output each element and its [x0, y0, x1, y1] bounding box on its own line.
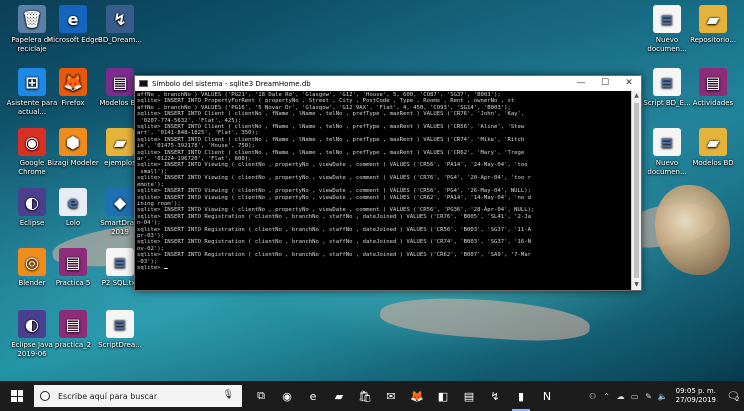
- scrollbar-thumb[interactable]: [634, 103, 639, 278]
- system-clock[interactable]: 09:05 p. m. 27/09/2019: [670, 387, 722, 405]
- console-cursor: [163, 267, 168, 269]
- winrar-icon[interactable]: ▤: [456, 381, 482, 411]
- taskbar-apps: ⧉ ◉ e ▰ 🛍 ✉ 🦊 ◧ ▤ ↯ ▮ N: [248, 381, 560, 411]
- file-explorer-icon[interactable]: ▰: [326, 381, 352, 411]
- tray-icons: ⚇ ⌃ ☁ ▭ ✎ 🔈: [586, 392, 670, 401]
- firefox-icon[interactable]: 🦊: [404, 381, 430, 411]
- desktop-icon-label: Modelos BD: [692, 159, 734, 167]
- start-button[interactable]: [0, 381, 34, 411]
- console-line: sqlite>: [137, 265, 629, 271]
- command-prompt-icon: [139, 80, 148, 87]
- desktop-icon-left-2[interactable]: ↯ BD_Dream...: [93, 5, 147, 45]
- window-title: Símbolo del sistema - sqlite3 DreamHome.…: [152, 79, 311, 88]
- desktop-icon-label: Lolo: [65, 219, 81, 227]
- scroll-down-icon[interactable]: ▼: [632, 280, 641, 290]
- desktop-icon-label: Bizagi Modeler: [47, 159, 99, 167]
- new-document-icon: ≡: [653, 128, 681, 156]
- desktop-icon-right-3[interactable]: ▤ Actividades: [686, 68, 740, 108]
- folder-icon: ▰: [699, 128, 727, 156]
- store-icon[interactable]: 🛍: [352, 381, 378, 411]
- minimize-button[interactable]: —: [569, 76, 593, 91]
- winrar-icon: ▤: [106, 68, 134, 96]
- window-titlebar[interactable]: Símbolo del sistema - sqlite3 DreamHome.…: [135, 76, 641, 91]
- clock-date: 27/09/2019: [675, 396, 716, 404]
- clock-time: 09:05 p. m.: [675, 387, 716, 395]
- desktop-icon-left-13[interactable]: ▤ Practica 5: [46, 248, 100, 288]
- desktop-icon-left-16[interactable]: ▤ practica_2: [46, 310, 100, 350]
- people-icon[interactable]: ⚇: [586, 392, 600, 401]
- mail-icon[interactable]: ✉: [378, 381, 404, 411]
- volume-icon[interactable]: 🔈: [656, 392, 670, 401]
- desktop-icon-left-10[interactable]: e Lolo: [46, 188, 100, 228]
- wallpaper-shell: [655, 185, 730, 275]
- desktop-icon-label: Firefox: [61, 99, 85, 107]
- close-button[interactable]: ✕: [617, 76, 641, 91]
- pen-icon[interactable]: ✎: [642, 392, 656, 401]
- chevron-up-icon[interactable]: ⌃: [600, 392, 614, 401]
- desktop-icon-right-1[interactable]: ▰ Repositorio...: [686, 5, 740, 45]
- command-prompt-window[interactable]: Símbolo del sistema - sqlite3 DreamHome.…: [134, 75, 642, 291]
- wallpaper-hand-bottom: [378, 292, 592, 346]
- console-output[interactable]: affNo , branchNo ) VALUES ('PG21', '18 D…: [135, 91, 631, 290]
- search-icon: [40, 391, 50, 401]
- cloud-icon[interactable]: ☁: [614, 392, 628, 401]
- winrar-archive-icon: ▤: [59, 310, 87, 338]
- recycle-bin-icon: 🗑: [18, 5, 46, 33]
- windows-logo-icon: [11, 390, 23, 402]
- dream-db-icon[interactable]: ↯: [482, 381, 508, 411]
- folder-icon: ▰: [106, 128, 134, 156]
- edge-icon: e: [59, 5, 87, 33]
- desktop-icon-left-7[interactable]: ⬢ Bizagi Modeler: [46, 128, 100, 168]
- desktop-icon-label: Practica 5: [55, 279, 91, 287]
- dream-db-icon: ↯: [106, 5, 134, 33]
- notification-badge: 2: [735, 395, 740, 403]
- vertical-scrollbar[interactable]: ▲ ▼: [631, 91, 641, 290]
- text-document-icon: ≡: [106, 248, 134, 276]
- notification-center-button[interactable]: 🗨 2: [722, 381, 744, 411]
- taskbar-search-box[interactable]: Escribe aquí para buscar 🎙: [34, 385, 242, 407]
- winrar-archive-icon: ▤: [59, 248, 87, 276]
- microphone-icon[interactable]: 🎙: [223, 390, 234, 400]
- desktop-icon-label: Repositorio...: [690, 36, 736, 44]
- taskbar: Escribe aquí para buscar 🎙 ⧉ ◉ e ▰ 🛍 ✉ 🦊 ◧ ▤ ↯ ▮ N …: [0, 381, 744, 411]
- task-view-icon[interactable]: ⧉: [248, 381, 274, 411]
- desktop-icon-left-17[interactable]: ≡ ScriptDrea...: [93, 310, 147, 350]
- desktop-icon-label: practica_2: [54, 341, 92, 349]
- desktop-icon-left-4[interactable]: 🦊 Firefox: [46, 68, 100, 108]
- desktop-icon-label: BD_Dream...: [98, 36, 142, 44]
- script-document-icon: ≡: [653, 68, 681, 96]
- scroll-up-icon[interactable]: ▲: [632, 91, 641, 101]
- chrome-icon: ◉: [18, 128, 46, 156]
- office-icon[interactable]: ◧: [430, 381, 456, 411]
- smartdraw-icon: ◆: [106, 188, 134, 216]
- firefox-icon: 🦊: [59, 68, 87, 96]
- battery-icon[interactable]: ▭: [628, 392, 642, 401]
- desktop-icon-label: Actividades: [692, 99, 734, 107]
- edge-icon[interactable]: e: [300, 381, 326, 411]
- eclipse-java-icon: ◐: [18, 310, 46, 338]
- desktop-icon-left-1[interactable]: e Microsoft Edge: [46, 5, 100, 45]
- eclipse-icon: ◐: [18, 188, 46, 216]
- blender-icon: ◎: [18, 248, 46, 276]
- chrome-icon[interactable]: ◉: [274, 381, 300, 411]
- folder-icon: ▰: [699, 5, 727, 33]
- onenote-icon[interactable]: N: [534, 381, 560, 411]
- winrar-archive-icon: ▤: [699, 68, 727, 96]
- new-document-icon: ≡: [653, 5, 681, 33]
- command-prompt-icon[interactable]: ▮: [508, 381, 534, 411]
- maximize-button[interactable]: ☐: [593, 76, 617, 91]
- windows-update-icon: ⊞: [18, 68, 46, 96]
- search-placeholder: Escribe aquí para buscar: [58, 391, 158, 401]
- script-file-icon: ≡: [106, 310, 134, 338]
- desktop-icon-label: ScriptDrea...: [98, 341, 142, 349]
- system-tray: ⚇ ⌃ ☁ ▭ ✎ 🔈 09:05 p. m. 27/09/2019 🗨 2: [586, 381, 744, 411]
- text-file-icon: e: [59, 188, 87, 216]
- desktop-icon-right-5[interactable]: ▰ Modelos BD: [686, 128, 740, 168]
- bizagi-icon: ⬢: [59, 128, 87, 156]
- desktop-icon-label: Microsoft Edge: [47, 36, 99, 44]
